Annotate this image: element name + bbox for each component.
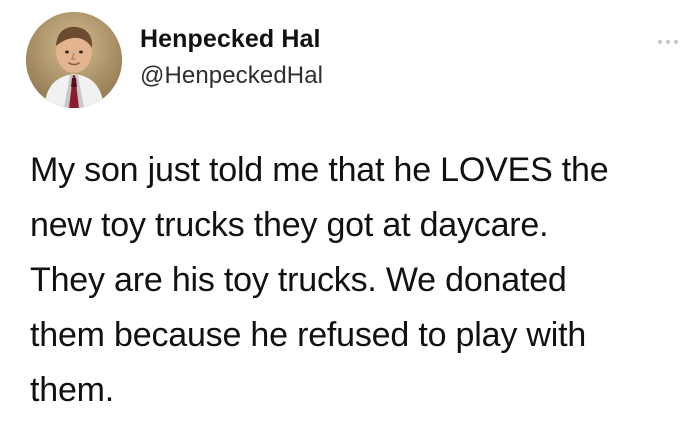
profile-photo-icon: [26, 12, 122, 108]
tweet-card: Henpecked Hal @HenpeckedHal My son just …: [0, 0, 700, 441]
tweet-header: Henpecked Hal @HenpeckedHal: [26, 12, 682, 108]
author-display-name[interactable]: Henpecked Hal: [140, 25, 323, 54]
more-options-icon: [657, 39, 679, 45]
tweet-text: My son just told me that he LOVES the ne…: [30, 151, 609, 409]
avatar[interactable]: [26, 12, 122, 108]
more-options-button[interactable]: [654, 34, 682, 50]
author-handle[interactable]: @HenpeckedHal: [140, 62, 323, 90]
author-identity: Henpecked Hal @HenpeckedHal: [140, 25, 323, 90]
